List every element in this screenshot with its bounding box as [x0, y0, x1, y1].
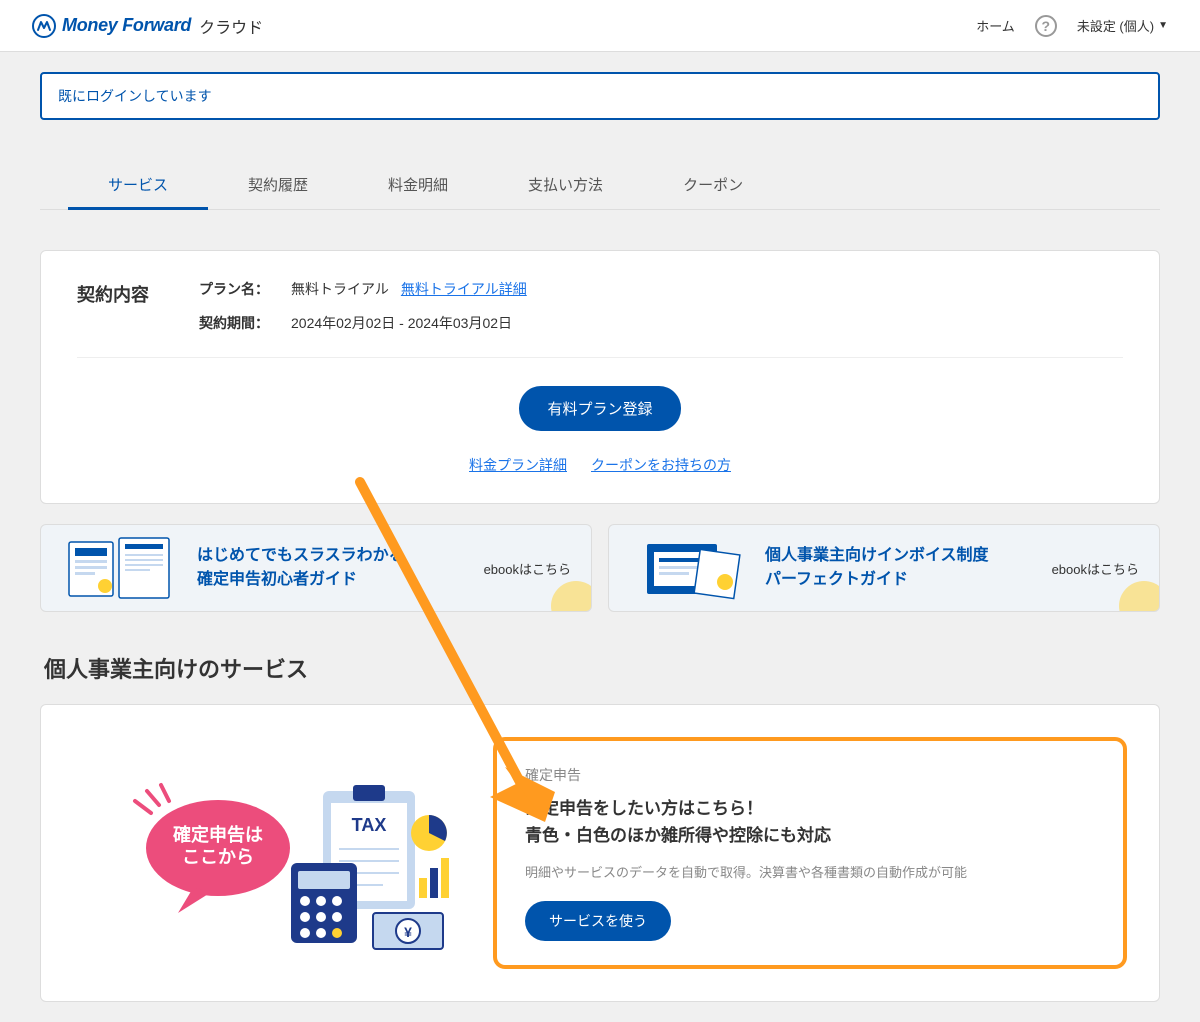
banner-beginner-guide[interactable]: はじめてでもスラスラわかる 確定申告初心者ガイド ebookはこちら [40, 524, 592, 612]
banner-image-2 [629, 534, 749, 602]
contract-card: 契約内容 プラン名： 無料トライアル 無料トライアル詳細 契約期間： 2024年… [40, 250, 1160, 504]
service-tag: 確定申告 [525, 765, 1095, 785]
service-card: 確定申告は ここから TAX [40, 704, 1160, 1002]
banner-text-1: はじめてでもスラスラわかる 確定申告初心者ガイド [197, 544, 468, 592]
login-notice: 既にログインしています [40, 72, 1160, 120]
register-button[interactable]: 有料プラン登録 [519, 386, 680, 431]
plan-line: プラン名： 無料トライアル 無料トライアル詳細 [199, 279, 527, 299]
main-container: 既にログインしています サービス 契約履歴 料金明細 支払い方法 クーポン 契約… [20, 52, 1180, 1022]
link-row: 料金プラン詳細 クーポンをお持ちの方 [77, 455, 1123, 475]
chevron-down-icon: ▼ [1158, 20, 1168, 31]
banner-cta-1: ebookはこちら [484, 559, 571, 578]
tab-payment[interactable]: 支払い方法 [488, 160, 643, 209]
contract-title: 契約内容 [77, 279, 167, 307]
action-section: 有料プラン登録 料金プラン詳細 クーポンをお持ちの方 [77, 358, 1123, 475]
period-line: 契約期間： 2024年02月02日 - 2024年03月02日 [199, 313, 527, 333]
banner-invoice-guide[interactable]: 個人事業主向けインボイス制度 パーフェクトガイド ebookはこちら [608, 524, 1160, 612]
pricing-link[interactable]: 料金プラン詳細 [469, 455, 567, 475]
svg-text:¥: ¥ [404, 924, 412, 940]
contract-row: 契約内容 プラン名： 無料トライアル 無料トライアル詳細 契約期間： 2024年… [77, 279, 1123, 358]
service-illustration: 確定申告は ここから TAX [73, 753, 453, 953]
use-service-button[interactable]: サービスを使う [525, 901, 671, 941]
banner-text-2: 個人事業主向けインボイス制度 パーフェクトガイド [765, 544, 1036, 592]
plan-detail-link[interactable]: 無料トライアル詳細 [401, 279, 527, 299]
service-heading: 確定申告をしたい方はこちら！ 青色・白色のほか雑所得や控除にも対応 [525, 795, 1095, 849]
svg-text:確定申告は: 確定申告は [173, 824, 263, 845]
logo[interactable]: Money Forward クラウド [32, 14, 263, 38]
tab-history[interactable]: 契約履歴 [208, 160, 348, 209]
tab-service[interactable]: サービス [68, 160, 208, 209]
logo-text: Money Forward [62, 15, 191, 36]
home-link[interactable]: ホーム [976, 16, 1015, 35]
plan-label: プラン名： [199, 279, 279, 299]
banner-image-1 [61, 534, 181, 602]
svg-text:TAX: TAX [352, 815, 387, 835]
header: Money Forward クラウド ホーム ? 未設定 (個人) ▼ [0, 0, 1200, 52]
service-desc: 明細やサービスのデータを自動で取得。決算書や各種書類の自動作成が可能 [525, 863, 1095, 883]
period-value: 2024年02月02日 - 2024年03月02日 [291, 313, 512, 333]
header-right: ホーム ? 未設定 (個人) ▼ [976, 15, 1168, 37]
logo-sub: クラウド [199, 14, 263, 38]
contract-details: プラン名： 無料トライアル 無料トライアル詳細 契約期間： 2024年02月02… [199, 279, 527, 333]
coupon-link[interactable]: クーポンをお持ちの方 [591, 455, 731, 475]
user-label: 未設定 (個人) [1077, 16, 1154, 35]
svg-text:ここから: ここから [182, 847, 254, 867]
help-icon[interactable]: ? [1035, 15, 1057, 37]
period-label: 契約期間： [199, 313, 279, 333]
tab-billing[interactable]: 料金明細 [348, 160, 488, 209]
banner-row: はじめてでもスラスラわかる 確定申告初心者ガイド ebookはこちら 個人事業主… [40, 524, 1160, 612]
banner-cta-2: ebookはこちら [1052, 559, 1139, 578]
section-title: 個人事業主向けのサービス [40, 652, 1160, 684]
plan-value: 無料トライアル [291, 279, 389, 299]
tab-coupon[interactable]: クーポン [643, 160, 783, 209]
user-menu[interactable]: 未設定 (個人) ▼ [1077, 16, 1168, 35]
logo-icon [32, 14, 56, 38]
service-content: 確定申告 確定申告をしたい方はこちら！ 青色・白色のほか雑所得や控除にも対応 明… [493, 737, 1127, 969]
tabs: サービス 契約履歴 料金明細 支払い方法 クーポン [40, 160, 1160, 210]
